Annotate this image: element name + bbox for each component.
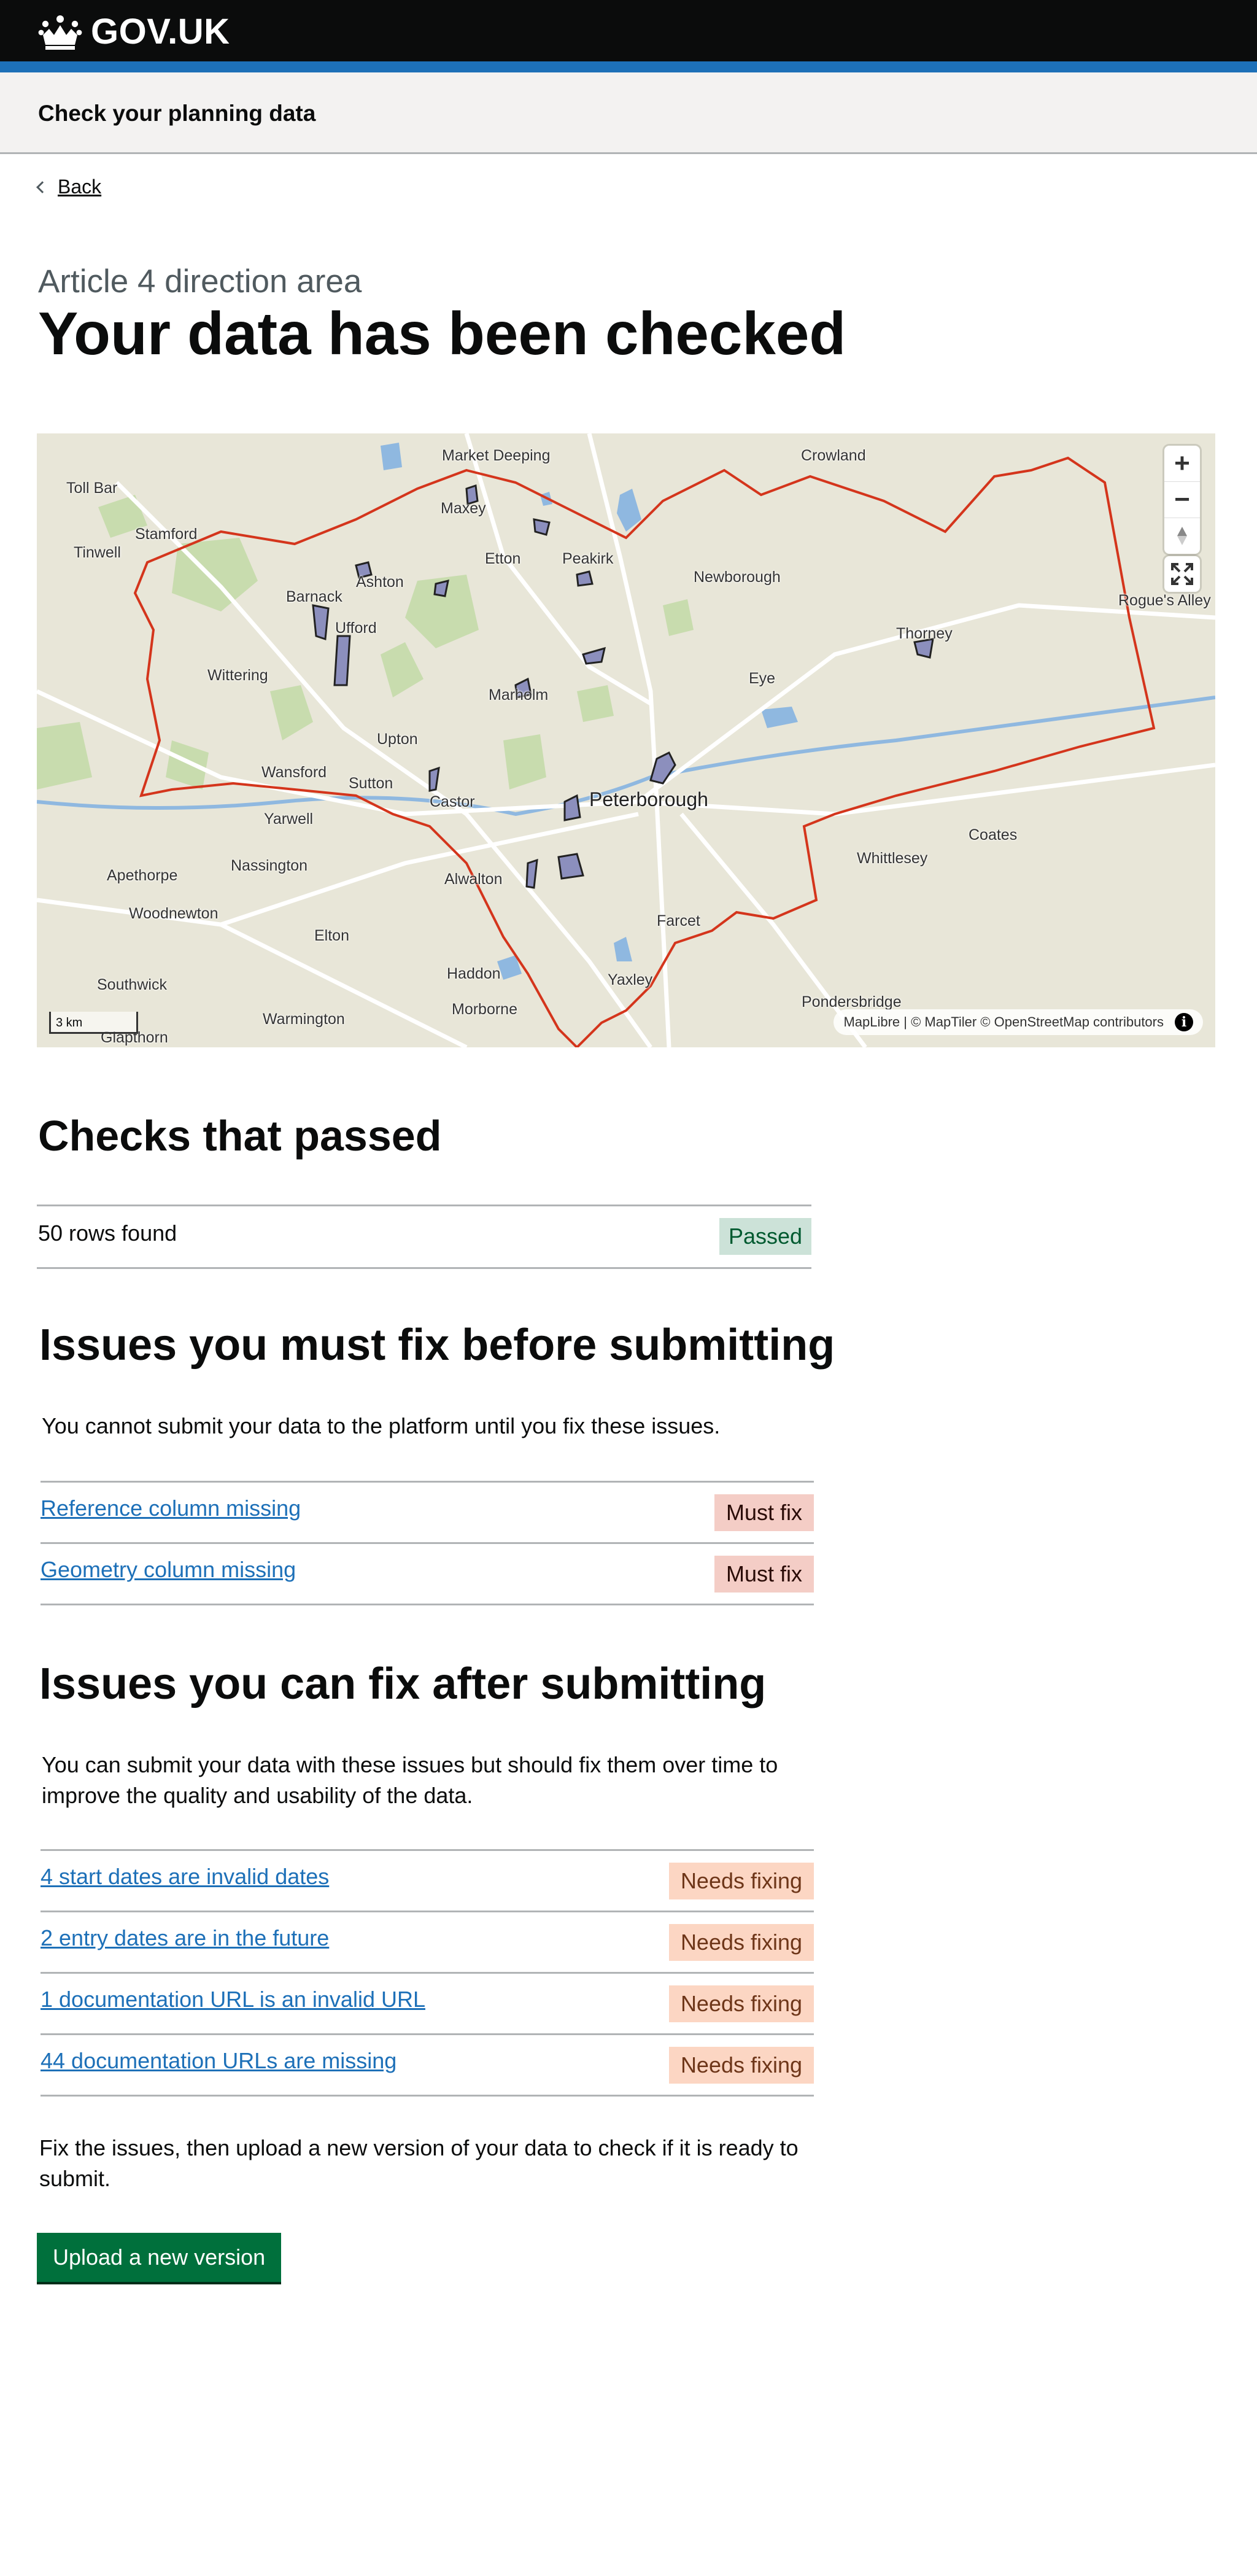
map-attribution: MapLibre | © MapTiler © OpenStreetMap co… [833,1009,1203,1035]
map-label: Woodnewton [129,905,219,922]
map-label: Yaxley [608,971,653,988]
divider [37,1205,811,1206]
info-icon[interactable]: i [1175,1013,1193,1031]
fullscreen-button[interactable] [1164,556,1200,592]
divider [41,1604,814,1605]
map-label: Ufford [335,619,377,637]
map-label: Nassington [231,857,308,874]
divider [41,1481,814,1483]
map-label: Morborne [452,1001,517,1018]
page-caption: Article 4 direction area [38,263,362,300]
map-label: Toll Bar [66,479,118,497]
map-label: Tinwell [74,544,121,561]
govuk-logo-link[interactable]: GOV.UK [38,11,230,52]
map-zoom-controls: + − [1164,446,1200,554]
issue-link[interactable]: 1 documentation URL is an invalid URL [41,1987,425,2012]
map-label: Marholm [489,686,549,704]
map-label: Elton [314,927,349,944]
map-label: Whittlesey [857,850,928,867]
map-scale: 3 km [49,1012,138,1034]
map-label: Apethorpe [107,867,178,884]
govuk-logo-text: GOV.UK [91,12,230,52]
zoom-out-button[interactable]: − [1164,482,1200,518]
back-link-label: Back [58,176,102,198]
checks-passed-heading: Checks that passed [38,1112,442,1160]
map-label: Rogue's Alley [1118,592,1211,609]
map-label: Coates [969,826,1018,844]
divider [41,1911,814,1912]
map-label: Peakirk [562,550,614,567]
map-label: Wansford [261,764,327,781]
back-link[interactable]: Back [36,176,102,198]
status-badge: Needs fixing [669,2047,814,2084]
map-label: Newborough [694,568,781,586]
compass-icon [1177,527,1187,545]
map-canvas[interactable] [37,433,1215,1047]
divider [41,2033,814,2035]
govuk-header: GOV.UK [0,0,1257,61]
divider [41,1542,814,1544]
header-accent-bar [0,61,1257,72]
map-label: Market Deeping [442,447,551,464]
service-navigation: Check your planning data [0,72,1257,154]
map-label: Sutton [349,775,393,792]
status-badge: Needs fixing [669,1985,814,2022]
map-label: Haddon [447,965,501,982]
crown-icon [38,15,82,50]
service-name-link[interactable]: Check your planning data [38,101,315,126]
map-label: Crowland [801,447,866,464]
status-badge: Must fix [714,1494,814,1531]
map-label: Warmington [263,1011,345,1028]
map[interactable]: Market Deeping Crowland Toll Bar Maxey S… [37,433,1215,1047]
divider [41,1849,814,1851]
map-label: Castor [430,793,475,810]
map-label: Stamford [135,526,198,543]
status-badge: Passed [719,1218,811,1255]
divider [41,2095,814,2097]
next-steps-text: Fix the issues, then upload a new versio… [39,2135,799,2191]
zoom-in-button[interactable]: + [1164,446,1200,482]
map-attribution-text: MapLibre | © MapTiler © OpenStreetMap co… [843,1014,1164,1030]
status-badge: Needs fixing [669,1863,814,1899]
status-badge: Needs fixing [669,1924,814,1961]
can-fix-heading: Issues you can fix after submitting [39,1659,767,1709]
issue-link[interactable]: 44 documentation URLs are missing [41,2048,396,2074]
map-label: Pondersbridge [802,993,902,1011]
issue-link[interactable]: 4 start dates are invalid dates [41,1864,329,1890]
fullscreen-icon [1171,563,1193,585]
status-badge: Must fix [714,1556,814,1593]
map-label: Southwick [97,976,167,993]
map-label: Alwalton [444,871,503,888]
can-fix-intro: You can submit your data with these issu… [42,1752,778,1808]
map-label: Barnack [286,588,342,605]
must-fix-intro: You cannot submit your data to the platf… [42,1413,721,1438]
map-label: Wittering [207,667,268,684]
map-label: Maxey [441,500,486,517]
divider [37,1267,811,1269]
map-label: Eye [749,670,776,687]
page-title: Your data has been checked [38,300,846,367]
map-label: Etton [485,550,521,567]
map-label: Peterborough [589,788,708,810]
issue-link[interactable]: Geometry column missing [41,1557,296,1583]
issue-link[interactable]: Reference column missing [41,1496,301,1521]
compass-button[interactable] [1164,518,1200,554]
must-fix-heading: Issues you must fix before submitting [39,1321,835,1370]
upload-new-version-button[interactable]: Upload a new version [37,2233,282,2282]
divider [41,1972,814,1974]
map-label: Upton [377,731,418,748]
map-label: Ashton [356,573,404,591]
map-label: Farcet [657,912,700,929]
issue-link[interactable]: 2 entry dates are in the future [41,1925,329,1951]
chevron-left-icon [36,180,48,193]
map-label: Yarwell [264,810,314,828]
checks-passed-row-text: 50 rows found [38,1220,177,1246]
map-label: Thorney [896,625,953,642]
